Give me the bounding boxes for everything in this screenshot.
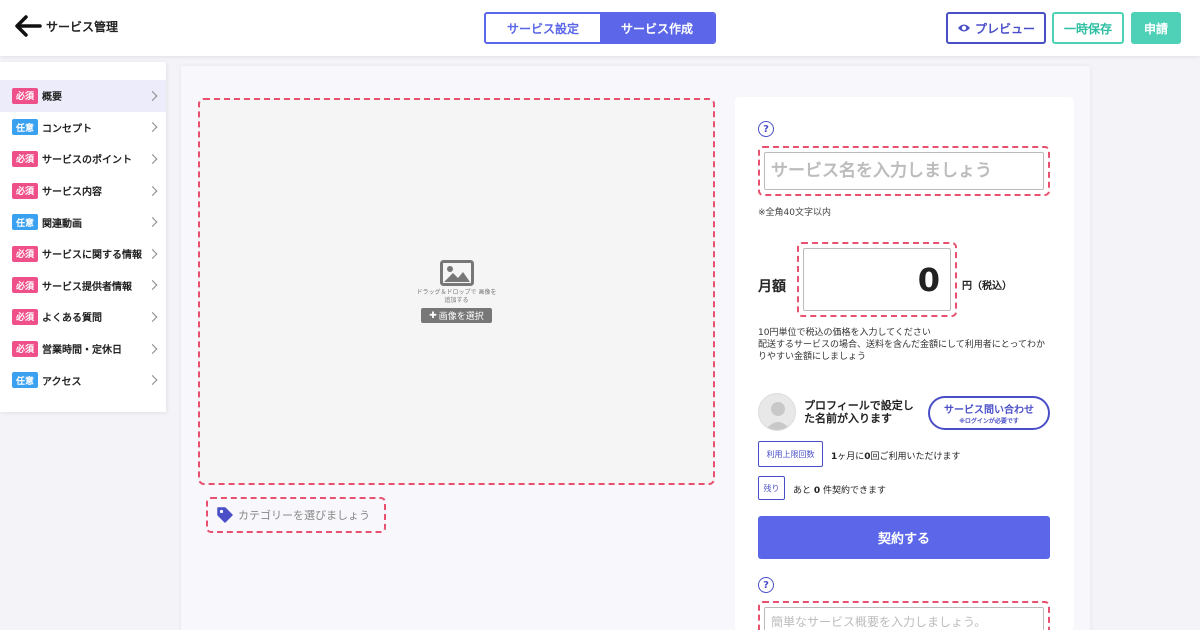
sidebar-item-concept[interactable]: 任意 コンセプト (0, 112, 166, 144)
remaining-tag: 残り (758, 476, 785, 500)
inquiry-login-note: ※ログインが必要です (959, 418, 1019, 425)
chevron-right-icon (147, 154, 158, 164)
sidebar-item-label: コンセプト (42, 123, 92, 135)
remaining-pre-text: あと (793, 486, 812, 496)
sidebar-item-label: サービスのポイント (42, 155, 132, 167)
chevron-right-icon (147, 343, 158, 354)
category-placeholder: カテゴリーを選びましょう (238, 509, 370, 522)
sidebar-item-label: サービス提供者情報 (42, 281, 132, 293)
category-selector[interactable]: カテゴリーを選びましょう (206, 497, 386, 533)
tag-icon (217, 507, 233, 523)
sidebar-item-label: よくある質問 (42, 313, 102, 325)
price-input[interactable]: 0 (803, 248, 951, 311)
preview-button[interactable]: プレビュー (946, 12, 1046, 44)
chevron-right-icon (147, 217, 158, 228)
usage-limit-text: 1ヶ月に0回ご利用いただけます (831, 449, 961, 462)
top-header: サービス管理 サービス設定 サービス作成 プレビュー 一時保存 申請 (0, 0, 1200, 56)
chevron-right-icon (147, 248, 158, 259)
sidebar-item-label: 概要 (42, 92, 62, 104)
usage-limit-tag: 利用上限回数 (758, 441, 823, 467)
price-note: 10円単位で税込の価格を入力してください 配送するサービスの場合、送料を含んだ金… (758, 327, 1048, 363)
optional-badge: 任意 (12, 119, 38, 136)
chevron-right-icon (147, 280, 158, 291)
sidebar-item-label: サービス内容 (42, 187, 102, 199)
limit-post-text: 回ご利用いただけます (870, 452, 961, 462)
section-sidebar: 必須 概要 任意 コンセプト 必須 サービスのポイント 必須 サービス内容 任意… (0, 62, 166, 412)
select-image-button[interactable]: ✚ 画像を選択 (421, 308, 492, 323)
price-unit: 円（税込） (962, 281, 1012, 292)
back-label: サービス管理 (46, 19, 119, 34)
sidebar-item-label: 関連動画 (42, 218, 82, 230)
required-badge: 必須 (12, 340, 38, 357)
required-badge: 必須 (12, 308, 38, 325)
back-link[interactable]: サービス管理 (14, 14, 118, 38)
sidebar-item-hours[interactable]: 必須 営業時間・定休日 (0, 333, 166, 365)
tab-service-create[interactable]: サービス作成 (600, 14, 714, 42)
mode-tabs: サービス設定 サービス作成 (484, 12, 716, 44)
remaining-count-value: 0 (813, 486, 821, 496)
service-inquiry-button[interactable]: サービス問い合わせ ※ログインが必要です (928, 396, 1050, 430)
image-icon (439, 260, 474, 286)
price-note-line-2: 配送するサービスの場合、送料を含んだ金額にして利用者にとってわかりやすい金額にし… (758, 340, 1046, 362)
sidebar-item-label: アクセス (42, 376, 82, 388)
name-length-note: ※全角40文字以内 (758, 208, 831, 218)
sidebar-item-content[interactable]: 必須 サービス内容 (0, 175, 166, 207)
avatar (758, 393, 796, 431)
profile-name-note: プロフィールで設定した名前が入ります (804, 399, 914, 425)
image-dropzone[interactable]: ドラッグ＆ドロップで 画像を追加する ✚ 画像を選択 (198, 98, 715, 485)
monthly-label: 月額 (758, 279, 786, 295)
sidebar-item-label: 営業時間・定休日 (42, 345, 122, 357)
required-badge: 必須 (12, 277, 38, 294)
sidebar-item-points[interactable]: 必須 サービスのポイント (0, 143, 166, 175)
service-name-field-wrapper (758, 146, 1050, 196)
price-note-line-1: 10円単位で税込の価格を入力してください (758, 328, 931, 338)
sidebar-item-access[interactable]: 任意 アクセス (0, 364, 166, 396)
help-icon[interactable]: ? (758, 121, 774, 137)
chevron-right-icon (147, 312, 158, 322)
sidebar-item-service-info[interactable]: 必須 サービスに関する情報 (0, 238, 166, 270)
chevron-right-icon (147, 185, 158, 196)
price-field-wrapper: 0 (797, 242, 957, 317)
contract-button[interactable]: 契約する (758, 516, 1050, 559)
service-summary-input[interactable] (764, 607, 1044, 630)
preview-label: プレビュー (974, 21, 1035, 36)
plus-icon: ✚ (429, 310, 437, 321)
sidebar-item-provider-info[interactable]: 必須 サービス提供者情報 (0, 270, 166, 302)
temp-save-button[interactable]: 一時保存 (1052, 12, 1124, 44)
select-image-label: 画像を選択 (438, 312, 484, 322)
limit-mid-text: ヶ月に (837, 452, 865, 462)
help-icon[interactable]: ? (758, 577, 774, 593)
service-name-input[interactable] (764, 152, 1044, 190)
sidebar-item-overview[interactable]: 必須 概要 (0, 80, 166, 112)
required-badge: 必須 (12, 150, 38, 167)
arrow-left-icon (15, 15, 42, 37)
chevron-right-icon (147, 122, 158, 133)
required-badge: 必須 (12, 245, 38, 262)
chevron-right-icon (147, 375, 158, 386)
sidebar-item-faq[interactable]: 必須 よくある質問 (0, 301, 166, 333)
inquiry-label: サービス問い合わせ (944, 405, 1034, 416)
sidebar-item-label: サービスに関する情報 (42, 250, 142, 262)
apply-button[interactable]: 申請 (1131, 12, 1181, 44)
remaining-text: あと 0 件契約できます (793, 483, 886, 496)
summary-field-wrapper (758, 601, 1050, 630)
required-badge: 必須 (12, 182, 38, 199)
remaining-post-text: 件契約できます (823, 486, 887, 496)
chevron-right-icon (147, 90, 158, 101)
sidebar-item-video[interactable]: 任意 関連動画 (0, 206, 166, 238)
optional-badge: 任意 (12, 372, 38, 389)
optional-badge: 任意 (12, 214, 38, 231)
eye-icon (957, 24, 970, 32)
required-badge: 必須 (12, 87, 38, 104)
drop-instruction: ドラッグ＆ドロップで 画像を追加する (416, 289, 497, 304)
tab-service-settings[interactable]: サービス設定 (486, 14, 600, 42)
